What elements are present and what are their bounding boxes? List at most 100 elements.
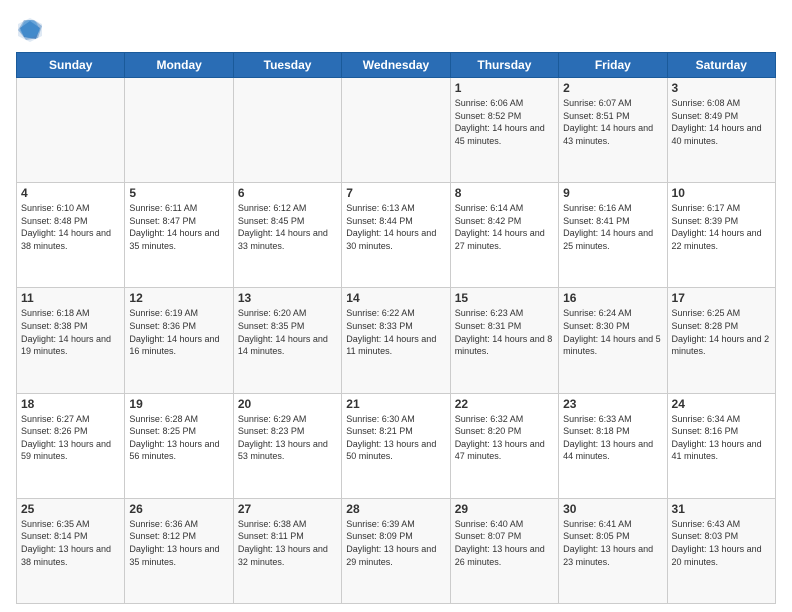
day-number: 8: [455, 186, 554, 200]
calendar-cell: 24Sunrise: 6:34 AM Sunset: 8:16 PM Dayli…: [667, 393, 775, 498]
calendar-cell: 25 Sunrise: 6:35 AM Sunset: 8:14 PM Dayli…: [17, 498, 125, 603]
day-info: Sunrise: 6:06 AM Sunset: 8:52 PM Dayligh…: [455, 97, 554, 147]
calendar-cell: 23 Sunrise: 6:33 AM Sunset: 8:18 PM Dayli…: [559, 393, 667, 498]
day-number: 11: [21, 291, 120, 305]
day-info: Sunrise: 6:35 AM Sunset: 8:14 PM Dayligh…: [21, 518, 120, 568]
calendar-cell: 30Sunrise: 6:41 AM Sunset: 8:05 PM Dayli…: [559, 498, 667, 603]
day-number: 7: [346, 186, 445, 200]
day-info: Sunrise: 6:38 AM Sunset: 8:11 PM Dayligh…: [238, 518, 337, 568]
day-number: 12: [129, 291, 228, 305]
calendar-week-3: 11 Sunrise: 6:18 AM Sunset: 8:38 PM Dayli…: [17, 288, 776, 393]
calendar-cell: 26 Sunrise: 6:36 AM Sunset: 8:12 PM Dayli…: [125, 498, 233, 603]
day-info: Sunrise: 6:14 AM Sunset: 8:42 PM Dayligh…: [455, 202, 554, 252]
day-info: Sunrise: 6:19 AM Sunset: 8:36 PM Dayligh…: [129, 307, 228, 357]
weekday-header-saturday: Saturday: [667, 53, 775, 78]
logo-icon: [16, 16, 44, 44]
day-info: Sunrise: 6:22 AM Sunset: 8:33 PM Dayligh…: [346, 307, 445, 357]
day-info: Sunrise: 6:18 AM Sunset: 8:38 PM Dayligh…: [21, 307, 120, 357]
day-info: Sunrise: 6:24 AM Sunset: 8:30 PM Dayligh…: [563, 307, 662, 357]
day-info: Sunrise: 6:27 AM Sunset: 8:26 PM Dayligh…: [21, 413, 120, 463]
logo: [16, 16, 48, 44]
calendar-cell: 4 Sunrise: 6:10 AM Sunset: 8:48 PM Daylig…: [17, 183, 125, 288]
calendar-cell: 20 Sunrise: 6:29 AM Sunset: 8:23 PM Dayli…: [233, 393, 341, 498]
day-number: 17: [672, 291, 771, 305]
day-number: 22: [455, 397, 554, 411]
calendar-cell: 10 Sunrise: 6:17 AM Sunset: 8:39 PM Dayli…: [667, 183, 775, 288]
day-number: 13: [238, 291, 337, 305]
day-number: 25: [21, 502, 120, 516]
day-number: 18: [21, 397, 120, 411]
calendar-cell: [125, 78, 233, 183]
day-info: Sunrise: 6:34 AM Sunset: 8:16 PM Dayligh…: [672, 413, 771, 463]
day-number: 27: [238, 502, 337, 516]
day-number: 14: [346, 291, 445, 305]
calendar-cell: 8 Sunrise: 6:14 AM Sunset: 8:42 PM Daylig…: [450, 183, 558, 288]
page: SundayMondayTuesdayWednesdayThursdayFrid…: [0, 0, 792, 612]
day-number: 20: [238, 397, 337, 411]
day-number: 19: [129, 397, 228, 411]
calendar-cell: [342, 78, 450, 183]
calendar-cell: 14 Sunrise: 6:22 AM Sunset: 8:33 PM Dayli…: [342, 288, 450, 393]
calendar-cell: 28 Sunrise: 6:39 AM Sunset: 8:09 PM Dayli…: [342, 498, 450, 603]
day-info: Sunrise: 6:29 AM Sunset: 8:23 PM Dayligh…: [238, 413, 337, 463]
header: [16, 16, 776, 44]
day-info: Sunrise: 6:36 AM Sunset: 8:12 PM Dayligh…: [129, 518, 228, 568]
day-number: 26: [129, 502, 228, 516]
calendar-cell: 12 Sunrise: 6:19 AM Sunset: 8:36 PM Dayli…: [125, 288, 233, 393]
calendar-cell: 11 Sunrise: 6:18 AM Sunset: 8:38 PM Dayli…: [17, 288, 125, 393]
calendar-cell: 17Sunrise: 6:25 AM Sunset: 8:28 PM Dayli…: [667, 288, 775, 393]
calendar-cell: 13Sunrise: 6:20 AM Sunset: 8:35 PM Dayli…: [233, 288, 341, 393]
day-info: Sunrise: 6:16 AM Sunset: 8:41 PM Dayligh…: [563, 202, 662, 252]
calendar-header: SundayMondayTuesdayWednesdayThursdayFrid…: [17, 53, 776, 78]
calendar-cell: 7 Sunrise: 6:13 AM Sunset: 8:44 PM Daylig…: [342, 183, 450, 288]
calendar-cell: 15Sunrise: 6:23 AM Sunset: 8:31 PM Dayli…: [450, 288, 558, 393]
day-number: 2: [563, 81, 662, 95]
day-number: 31: [672, 502, 771, 516]
day-number: 5: [129, 186, 228, 200]
calendar-week-4: 18 Sunrise: 6:27 AM Sunset: 8:26 PM Dayli…: [17, 393, 776, 498]
day-number: 1: [455, 81, 554, 95]
calendar-cell: 6Sunrise: 6:12 AM Sunset: 8:45 PM Daylig…: [233, 183, 341, 288]
day-info: Sunrise: 6:12 AM Sunset: 8:45 PM Dayligh…: [238, 202, 337, 252]
weekday-header-sunday: Sunday: [17, 53, 125, 78]
calendar-week-2: 4 Sunrise: 6:10 AM Sunset: 8:48 PM Daylig…: [17, 183, 776, 288]
day-info: Sunrise: 6:43 AM Sunset: 8:03 PM Dayligh…: [672, 518, 771, 568]
day-info: Sunrise: 6:40 AM Sunset: 8:07 PM Dayligh…: [455, 518, 554, 568]
calendar-week-1: 1 Sunrise: 6:06 AM Sunset: 8:52 PM Daylig…: [17, 78, 776, 183]
day-number: 23: [563, 397, 662, 411]
day-info: Sunrise: 6:23 AM Sunset: 8:31 PM Dayligh…: [455, 307, 554, 357]
day-info: Sunrise: 6:32 AM Sunset: 8:20 PM Dayligh…: [455, 413, 554, 463]
calendar-table: SundayMondayTuesdayWednesdayThursdayFrid…: [16, 52, 776, 604]
weekday-header-friday: Friday: [559, 53, 667, 78]
calendar-cell: 3 Sunrise: 6:08 AM Sunset: 8:49 PM Daylig…: [667, 78, 775, 183]
day-number: 4: [21, 186, 120, 200]
weekday-header-monday: Monday: [125, 53, 233, 78]
calendar-cell: 1 Sunrise: 6:06 AM Sunset: 8:52 PM Daylig…: [450, 78, 558, 183]
day-number: 10: [672, 186, 771, 200]
calendar-cell: 16 Sunrise: 6:24 AM Sunset: 8:30 PM Dayli…: [559, 288, 667, 393]
calendar-cell: 22 Sunrise: 6:32 AM Sunset: 8:20 PM Dayli…: [450, 393, 558, 498]
weekday-header-tuesday: Tuesday: [233, 53, 341, 78]
day-number: 28: [346, 502, 445, 516]
day-number: 3: [672, 81, 771, 95]
calendar-week-5: 25 Sunrise: 6:35 AM Sunset: 8:14 PM Dayli…: [17, 498, 776, 603]
calendar-cell: 21Sunrise: 6:30 AM Sunset: 8:21 PM Dayli…: [342, 393, 450, 498]
day-info: Sunrise: 6:13 AM Sunset: 8:44 PM Dayligh…: [346, 202, 445, 252]
weekday-header-row: SundayMondayTuesdayWednesdayThursdayFrid…: [17, 53, 776, 78]
calendar-cell: 19Sunrise: 6:28 AM Sunset: 8:25 PM Dayli…: [125, 393, 233, 498]
calendar-cell: 9Sunrise: 6:16 AM Sunset: 8:41 PM Daylig…: [559, 183, 667, 288]
day-number: 29: [455, 502, 554, 516]
calendar-cell: 29 Sunrise: 6:40 AM Sunset: 8:07 PM Dayli…: [450, 498, 558, 603]
day-info: Sunrise: 6:41 AM Sunset: 8:05 PM Dayligh…: [563, 518, 662, 568]
day-info: Sunrise: 6:17 AM Sunset: 8:39 PM Dayligh…: [672, 202, 771, 252]
day-number: 16: [563, 291, 662, 305]
day-number: 21: [346, 397, 445, 411]
day-info: Sunrise: 6:08 AM Sunset: 8:49 PM Dayligh…: [672, 97, 771, 147]
day-info: Sunrise: 6:33 AM Sunset: 8:18 PM Dayligh…: [563, 413, 662, 463]
calendar-body: 1 Sunrise: 6:06 AM Sunset: 8:52 PM Daylig…: [17, 78, 776, 604]
day-info: Sunrise: 6:10 AM Sunset: 8:48 PM Dayligh…: [21, 202, 120, 252]
calendar-cell: 31 Sunrise: 6:43 AM Sunset: 8:03 PM Dayli…: [667, 498, 775, 603]
weekday-header-wednesday: Wednesday: [342, 53, 450, 78]
day-info: Sunrise: 6:39 AM Sunset: 8:09 PM Dayligh…: [346, 518, 445, 568]
calendar-cell: 2Sunrise: 6:07 AM Sunset: 8:51 PM Daylig…: [559, 78, 667, 183]
